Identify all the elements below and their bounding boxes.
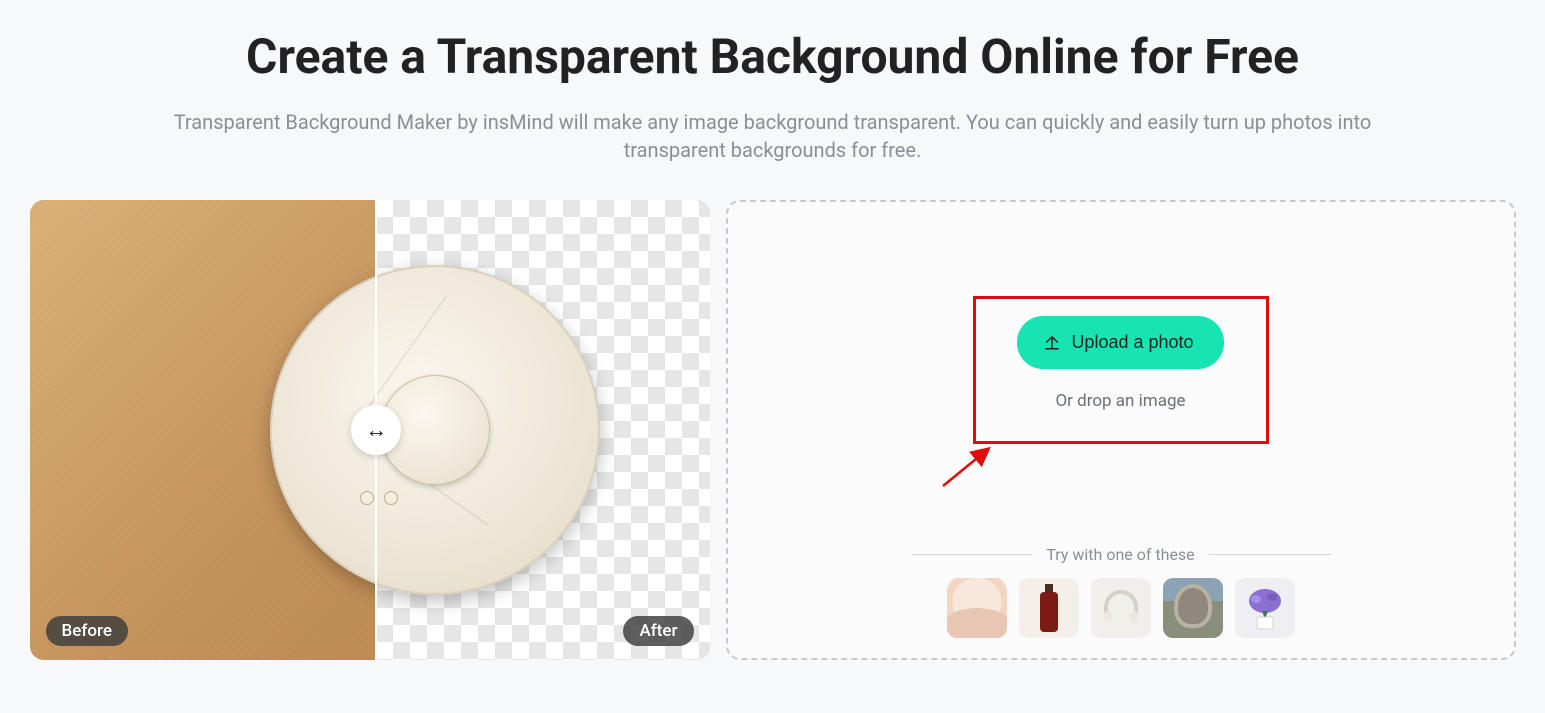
after-badge: After bbox=[623, 616, 693, 646]
divider-line bbox=[1209, 554, 1331, 555]
page-description: Transparent Background Maker by insMind … bbox=[173, 108, 1373, 164]
page-title: Create a Transparent Background Online f… bbox=[246, 28, 1299, 86]
before-after-slider[interactable]: ↔ Before After bbox=[30, 200, 710, 660]
sample-thumbnails-row bbox=[947, 578, 1295, 638]
sample-thumb-bottle[interactable] bbox=[1019, 578, 1079, 638]
samples-label: Try with one of these bbox=[1046, 545, 1194, 564]
upload-button-label: Upload a photo bbox=[1071, 332, 1193, 353]
upload-photo-button[interactable]: Upload a photo bbox=[1017, 316, 1223, 369]
demo-subject-vacuum bbox=[270, 265, 600, 595]
slider-handle[interactable]: ↔ bbox=[351, 405, 401, 455]
sample-thumb-outdoor[interactable] bbox=[1163, 578, 1223, 638]
annotation-arrow-icon bbox=[937, 442, 997, 492]
sample-thumb-flowers[interactable] bbox=[1235, 578, 1295, 638]
divider-line bbox=[911, 554, 1033, 555]
upload-icon bbox=[1043, 333, 1061, 351]
drop-hint: Or drop an image bbox=[1055, 391, 1185, 411]
upload-dropzone[interactable]: Upload a photo Or drop an image Try with… bbox=[726, 200, 1516, 660]
slider-handle-icon: ↔ bbox=[365, 417, 387, 443]
sample-thumb-woman[interactable] bbox=[947, 578, 1007, 638]
before-badge: Before bbox=[46, 616, 128, 646]
sample-thumb-headphones[interactable] bbox=[1091, 578, 1151, 638]
